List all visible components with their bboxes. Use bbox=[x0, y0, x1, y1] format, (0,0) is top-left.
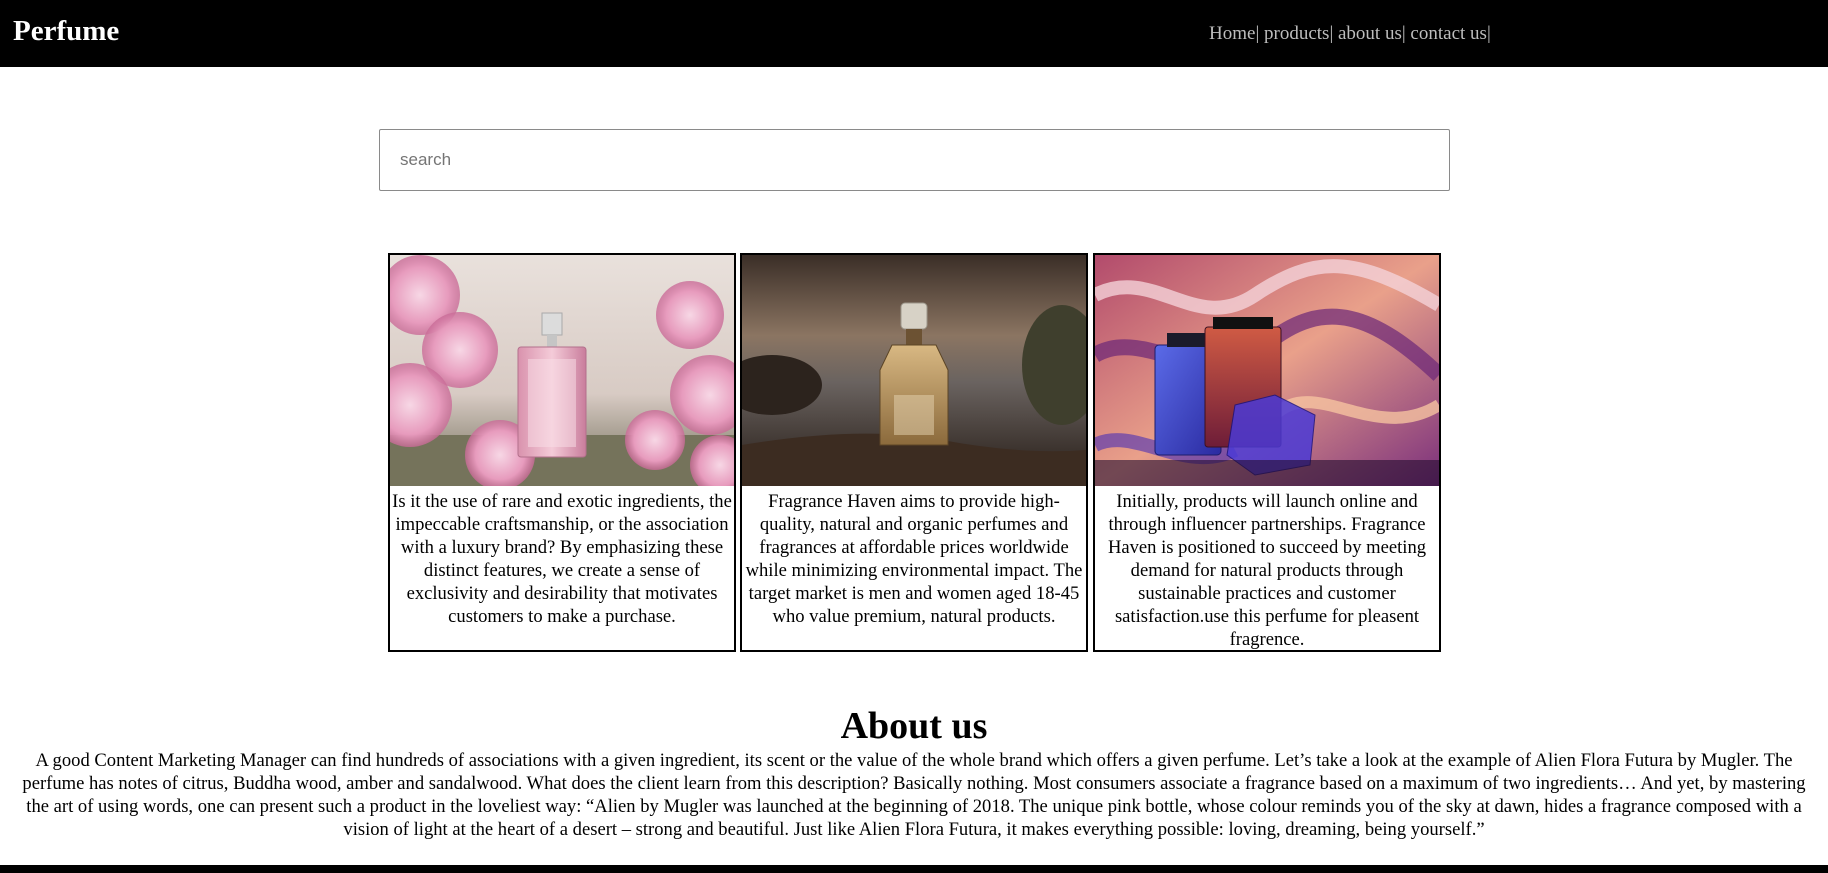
amber-perfume-image[interactable] bbox=[742, 255, 1086, 486]
product-card: Initially, products will launch online a… bbox=[1093, 253, 1441, 652]
nav-links: Home| products| about us| contact us| bbox=[1209, 22, 1491, 46]
nav-link-home[interactable]: Home bbox=[1209, 23, 1255, 44]
swirl-perfume-image[interactable] bbox=[1095, 255, 1439, 486]
footer-bar bbox=[0, 865, 1828, 873]
nav-link-products[interactable]: products bbox=[1259, 23, 1329, 44]
search-input[interactable] bbox=[379, 129, 1450, 191]
brand-logo[interactable]: Perfume bbox=[13, 14, 119, 48]
nav-link-contact-us[interactable]: contact us bbox=[1406, 23, 1487, 44]
card-description: Is it the use of rare and exotic ingredi… bbox=[392, 491, 732, 627]
card-description: Fragrance Haven aims to provide high-qua… bbox=[745, 491, 1083, 627]
about-text: A good Content Marketing Manager can fin… bbox=[22, 750, 1806, 840]
navbar: Perfume Home| products| about us| contac… bbox=[0, 0, 1828, 67]
product-card: Fragrance Haven aims to provide high-qua… bbox=[740, 253, 1088, 652]
nav-link-about-us[interactable]: about us bbox=[1333, 23, 1402, 44]
pink-perfume-image[interactable] bbox=[390, 255, 734, 486]
about-title: About us bbox=[840, 705, 988, 747]
card-description: Initially, products will launch online a… bbox=[1107, 491, 1427, 650]
product-card: Is it the use of rare and exotic ingredi… bbox=[388, 253, 736, 652]
nav-separator: | bbox=[1486, 23, 1491, 44]
